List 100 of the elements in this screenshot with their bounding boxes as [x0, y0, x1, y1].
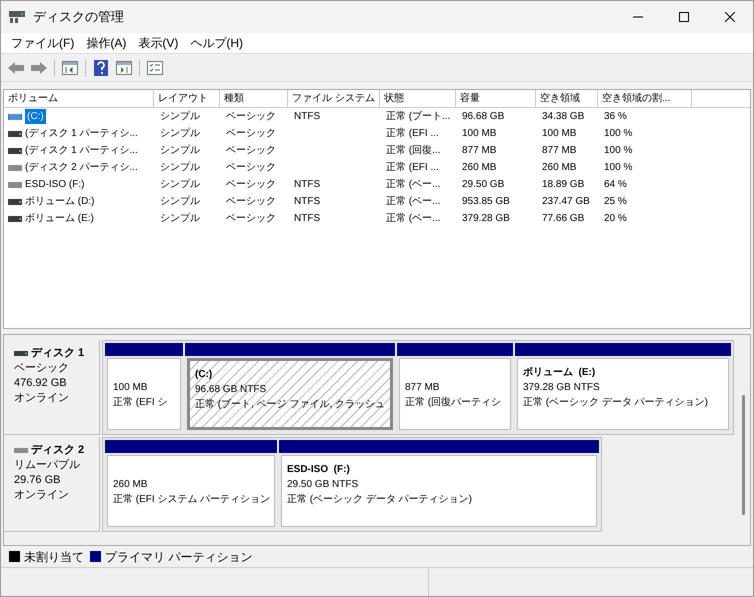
table-cell: ベーシック: [226, 196, 276, 207]
column-header[interactable]: 容量: [456, 90, 536, 107]
partition-label: ボリューム (E:): [523, 366, 596, 380]
column-header[interactable]: 空き領域の割...: [598, 90, 692, 107]
partition-size: 877 MB: [405, 381, 440, 395]
column-header[interactable]: 状態: [380, 90, 456, 107]
volume-name: ボリューム (E:): [25, 212, 94, 226]
partition-size: 100 MB: [113, 381, 148, 395]
table-cell: シンプル: [160, 179, 200, 190]
table-cell: ベーシック: [226, 111, 276, 122]
table-cell: NTFS: [294, 179, 320, 190]
table-cell: 正常 (回復...: [386, 145, 440, 156]
disk-status: オンライン: [14, 488, 70, 503]
maximize-icon: [679, 12, 689, 22]
legend-label: 未割り当て: [24, 548, 84, 566]
drive-icon: [8, 148, 22, 154]
table-row[interactable]: (C:) シンプル ベーシック NTFS 正常 (ブート... 96.68 GB 34.38 GB 36 %: [4, 108, 750, 125]
drive-icon: [8, 216, 22, 222]
table-cell: ベーシック: [226, 145, 276, 156]
partition-size: 379.28 GB NTFS: [523, 381, 601, 395]
partition-status: 正常 (EFI シ: [113, 396, 168, 410]
column-header[interactable]: レイアウト: [154, 90, 220, 107]
volume-name: ボリューム (D:): [25, 195, 94, 209]
table-cell: シンプル: [160, 145, 200, 156]
table-cell: ベーシック: [226, 162, 276, 173]
partition-status: 正常 (ベーシック データ パーティション): [287, 492, 473, 507]
table-cell: 100 MB: [462, 128, 496, 139]
drive-icon: [8, 182, 22, 188]
table-cell: 379.28 GB: [462, 213, 510, 224]
table-row[interactable]: ESD-ISO (F:) シンプル ベーシック NTFS 正常 (ベー... 29.50 GB 18.89 GB 64 %: [4, 176, 750, 193]
disk-name: ディスク 1: [31, 346, 84, 361]
partition-label: ESD-ISO (F:): [287, 463, 351, 477]
column-header[interactable]: ファイル システム: [288, 90, 380, 107]
volume-name: (ディスク 1 パーティシ...: [25, 127, 138, 141]
table-cell: ベーシック: [226, 179, 276, 190]
table-cell: 96.68 GB: [462, 111, 504, 122]
table-cell: 64 %: [604, 179, 627, 190]
table-cell: 100 MB: [542, 128, 576, 139]
table-row[interactable]: (ディスク 1 パーティシ... シンプル ベーシック 正常 (EFI ... 100 MB 100 MB 100 %: [4, 125, 750, 142]
table-cell: 36 %: [604, 111, 627, 122]
menu-item[interactable]: ヘルプ(H): [184, 34, 249, 52]
scrollbar-thumb[interactable]: [742, 395, 744, 515]
partition-size: 260 MB: [113, 478, 148, 492]
table-cell: シンプル: [160, 128, 200, 139]
table-cell: 100 %: [604, 162, 632, 173]
table-cell: シンプル: [160, 213, 200, 224]
table-cell: ベーシック: [226, 128, 276, 139]
table-cell: シンプル: [160, 111, 200, 122]
table-cell: 260 MB: [542, 162, 576, 173]
disk-status: オンライン: [14, 391, 70, 406]
volume-name: (C:): [25, 109, 46, 124]
partition-size: 96.68 GB NTFS: [195, 383, 268, 397]
disk-name: ディスク 2: [31, 443, 84, 458]
table-row[interactable]: (ディスク 2 パーティシ... シンプル ベーシック 正常 (EFI ... 260 MB 260 MB 100 %: [4, 159, 750, 176]
legend-label: プライマリ パーティション: [105, 548, 252, 566]
disk-info-panel[interactable]: ディスク 2 リムーバブル 29.76 GB オンライン: [4, 437, 100, 532]
disk-type: ベーシック: [14, 361, 70, 376]
table-cell: 260 MB: [462, 162, 496, 173]
drive-icon: [8, 198, 22, 204]
volume-name: ESD-ISO (F:): [25, 178, 84, 192]
menu-item[interactable]: 表示(V): [132, 34, 184, 52]
table-cell: 正常 (ベー...: [386, 179, 440, 190]
table-row[interactable]: ボリューム (D:) シンプル ベーシック NTFS 正常 (ベー... 953.85 GB 237.47 GB 25 %: [4, 193, 750, 210]
table-cell: NTFS: [294, 196, 320, 207]
partition-status: 正常 (回復パーティシ: [405, 396, 502, 410]
table-row[interactable]: (ディスク 1 パーティシ... シンプル ベーシック 正常 (回復... 877 MB 877 MB 100 %: [4, 142, 750, 159]
column-header[interactable]: 種類: [220, 90, 288, 107]
disk-management-icon: [9, 11, 25, 23]
menu-item[interactable]: 操作(A): [80, 34, 132, 52]
disk-type: リムーバブル: [14, 458, 81, 473]
table-cell: 正常 (ブート...: [386, 111, 450, 122]
drive-icon: [8, 130, 22, 136]
table-cell: 100 %: [604, 128, 632, 139]
disk-size: 29.76 GB: [14, 473, 62, 488]
table-cell: シンプル: [160, 162, 200, 173]
table-cell: シンプル: [160, 196, 200, 207]
table-cell: 正常 (EFI ...: [386, 162, 439, 173]
table-cell: 20 %: [604, 213, 627, 224]
disk-size: 476.92 GB: [14, 376, 68, 391]
table-cell: 237.47 GB: [542, 196, 590, 207]
table-cell: 18.89 GB: [542, 179, 584, 190]
partition-status: 正常 (ベーシック データ パーティション): [523, 396, 709, 410]
table-cell: 正常 (EFI ...: [386, 128, 439, 139]
table-cell: 正常 (ベー...: [386, 196, 440, 207]
window-title: ディスクの管理: [33, 8, 124, 26]
partition-status: 正常 (ブート, ページ ファイル, クラッシュ: [195, 398, 386, 412]
table-cell: 100 %: [604, 145, 632, 156]
partition-label: (C:): [195, 368, 214, 382]
volume-name: (ディスク 2 パーティシ...: [25, 161, 138, 175]
table-row[interactable]: ボリューム (E:) シンプル ベーシック NTFS 正常 (ベー... 379.28 GB 77.66 GB 20 %: [4, 210, 750, 227]
disk-info-panel[interactable]: ディスク 1 ベーシック 476.92 GB オンライン: [4, 340, 100, 435]
table-cell: 25 %: [604, 196, 627, 207]
table-cell: 正常 (ベー...: [386, 213, 440, 224]
close-icon: [725, 12, 735, 22]
table-cell: 877 MB: [462, 145, 496, 156]
menu-item[interactable]: ファイル(F): [5, 34, 80, 52]
column-header[interactable]: ボリューム: [4, 90, 154, 107]
drive-icon: [8, 164, 22, 170]
table-cell: 877 MB: [542, 145, 576, 156]
column-header[interactable]: 空き領域: [536, 90, 598, 107]
